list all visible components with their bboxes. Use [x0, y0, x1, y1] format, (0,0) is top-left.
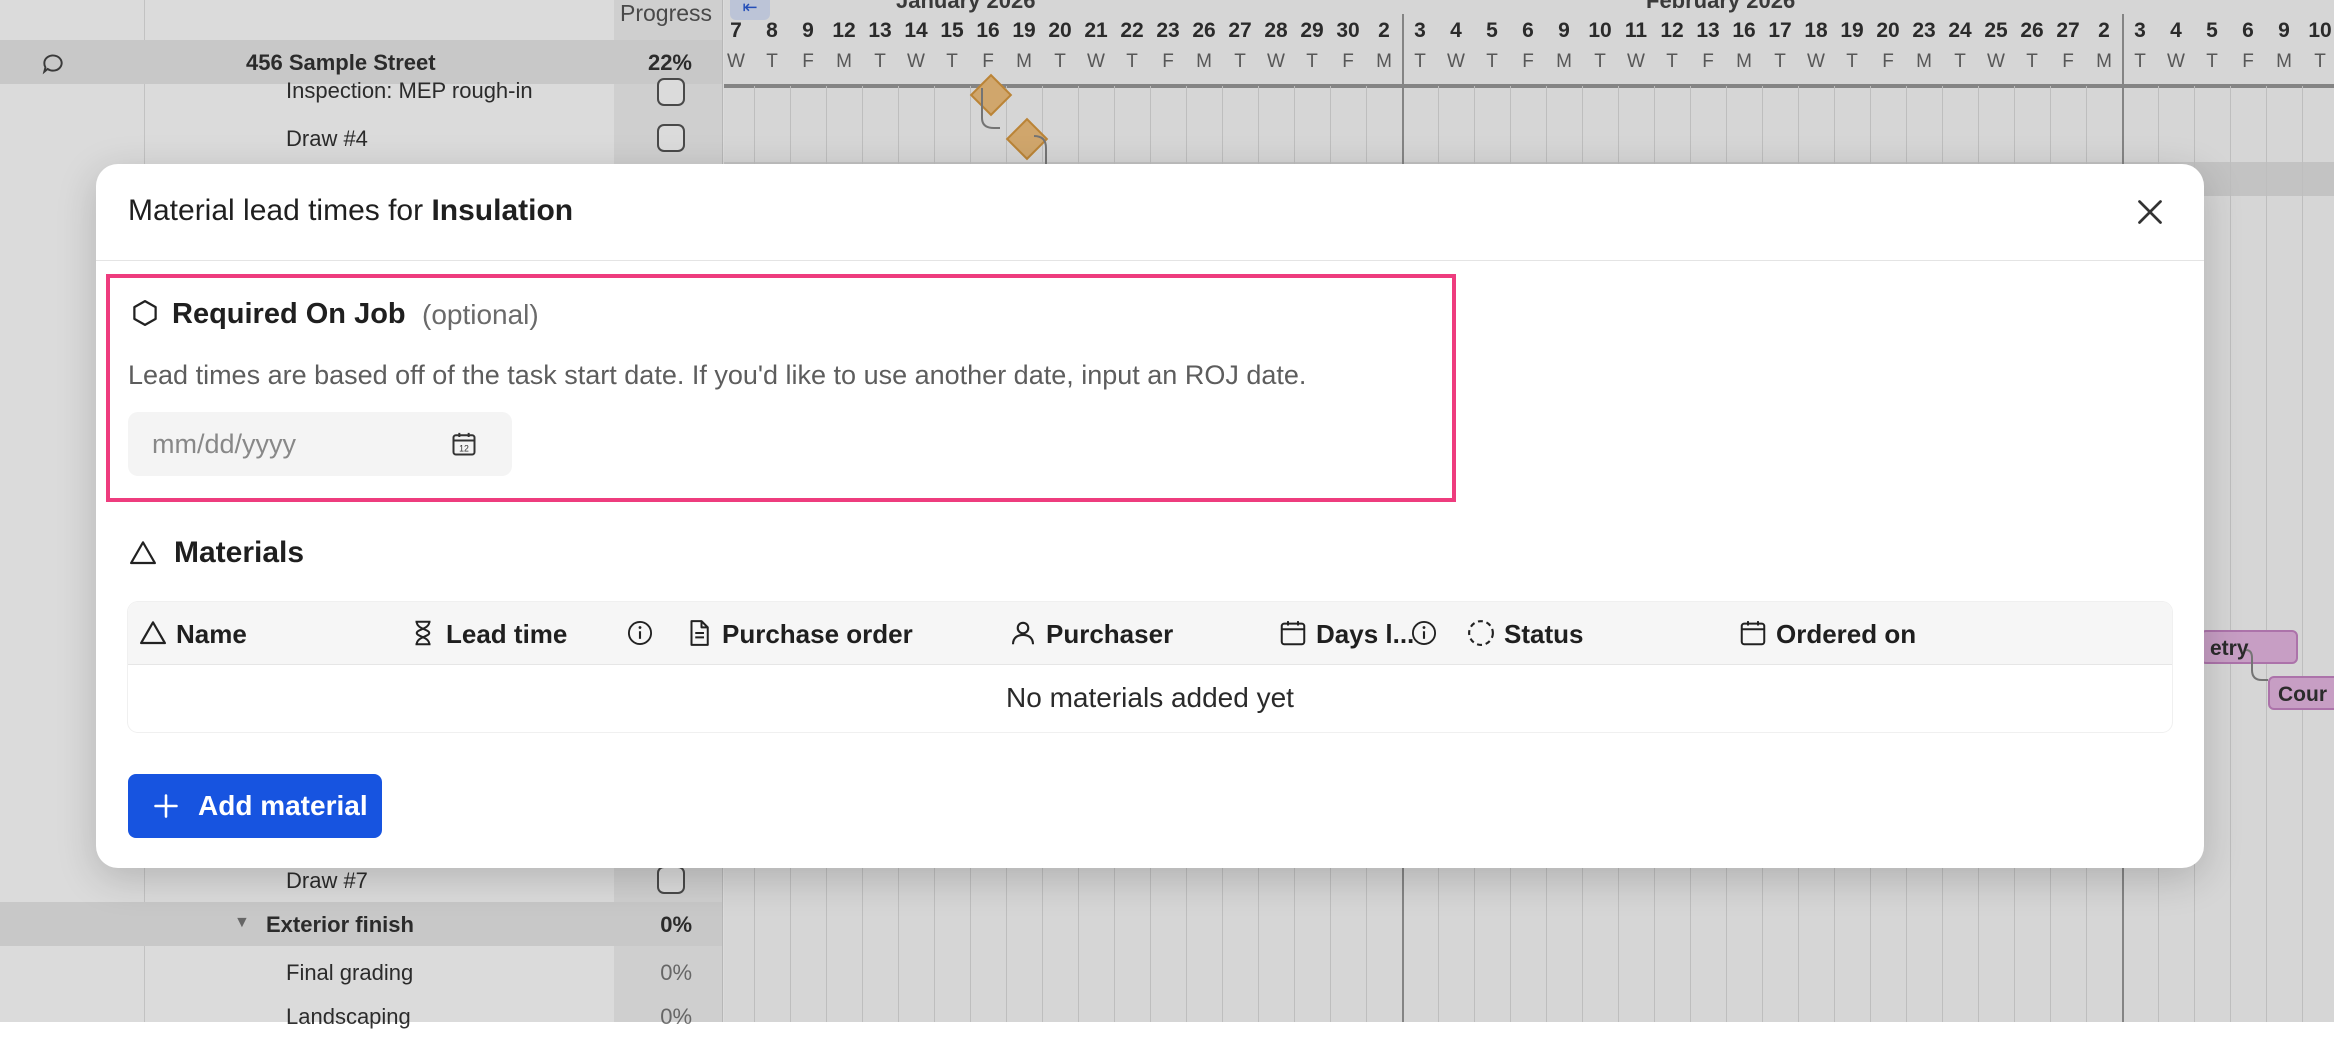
optional-label: (optional): [422, 299, 539, 330]
column-header-label: Ordered on: [1776, 619, 1917, 649]
required-on-job-heading: Required On Job: [172, 298, 406, 330]
add-material-button[interactable]: Add material: [128, 774, 382, 838]
modal-title: Material lead times for Insulation: [128, 194, 573, 228]
column-header-label: Days l...: [1316, 619, 1415, 649]
roj-date-field[interactable]: 12: [128, 412, 512, 476]
column-header-label: Status: [1504, 619, 1584, 649]
hexagon-icon: [133, 300, 157, 326]
column-header-label: Lead time: [446, 619, 568, 649]
triangle-icon: [130, 541, 156, 565]
materials-table: Name Lead time Purchase order Purchaser …: [128, 602, 2172, 732]
roj-date-input[interactable]: [128, 412, 438, 476]
required-on-job-section: Required On Job (optional) Lead times ar…: [106, 274, 1456, 502]
hourglass-icon: [415, 620, 431, 646]
dashed-circle-icon: [1468, 620, 1494, 646]
materials-table-header: Name Lead time Purchase order Purchaser …: [128, 602, 2172, 665]
info-icon[interactable]: [1410, 619, 1438, 647]
materials-heading: Materials: [174, 536, 305, 569]
info-icon[interactable]: [626, 619, 654, 647]
triangle-icon: [140, 621, 166, 645]
column-header-label: Purchase order: [722, 619, 913, 649]
empty-state-message: No materials added yet: [1006, 682, 1294, 713]
document-icon: [690, 620, 709, 646]
material-lead-times-modal: Material lead times for Insulation Requi…: [96, 164, 2204, 868]
close-icon[interactable]: [2132, 194, 2168, 230]
roj-help-text: Lead times are based off of the task sta…: [128, 360, 1307, 390]
modal-title-subject: Insulation: [431, 194, 574, 227]
add-material-label: Add material: [198, 790, 368, 821]
modal-header: Material lead times for Insulation: [96, 164, 2204, 261]
column-header-label: Purchaser: [1046, 619, 1174, 649]
person-icon: [1011, 621, 1035, 645]
svg-text:12: 12: [459, 443, 469, 453]
calendar-icon: [1280, 621, 1306, 646]
calendar-icon: [1740, 621, 1766, 646]
modal-title-prefix: Material lead times for: [128, 194, 432, 227]
calendar-icon[interactable]: 12: [450, 430, 478, 458]
column-header-label: Name: [176, 619, 247, 649]
plus-icon: [154, 794, 178, 818]
